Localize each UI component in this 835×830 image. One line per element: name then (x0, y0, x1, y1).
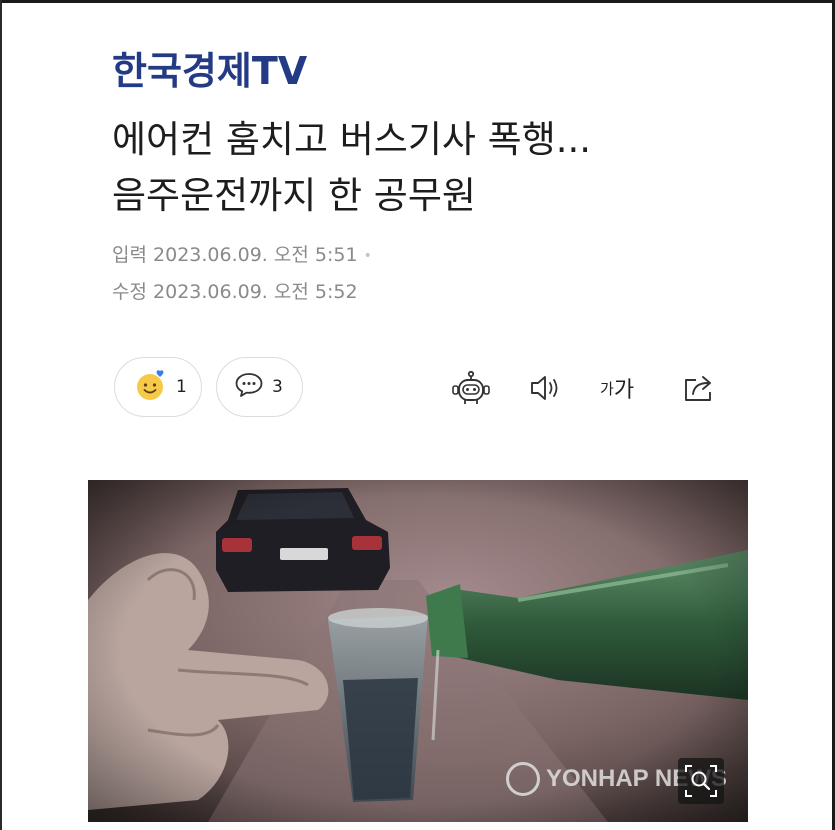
share-button[interactable] (680, 370, 718, 410)
font-size-large-label: 가 (613, 378, 635, 403)
image-zoom-button[interactable] (678, 758, 724, 804)
comment-button[interactable]: 3 (216, 357, 303, 417)
modified-label: 수정 (112, 281, 147, 303)
font-size-button[interactable]: 가가 (600, 372, 634, 404)
text-to-speech-button[interactable] (526, 370, 566, 410)
reaction-button[interactable]: 1 (114, 357, 202, 417)
brand-logo[interactable]: 한국경제TV (112, 40, 307, 95)
robot-summary-icon (450, 370, 492, 412)
zoom-icon (678, 758, 724, 804)
published-date: 입력 2023.06.09. 오전 5:51 • (112, 240, 372, 267)
title-line-1: 에어컨 훔치고 버스기사 폭행... (112, 118, 592, 161)
smile-reaction-icon (134, 368, 168, 406)
font-size-small-label: 가 (600, 379, 614, 398)
share-icon (680, 370, 718, 410)
top-border (0, 0, 835, 3)
speech-bubble-icon (234, 371, 264, 403)
reaction-count: 1 (176, 377, 187, 397)
article-title: 에어컨 훔치고 버스기사 폭행... 음주운전까지 한 공무원 (112, 112, 792, 224)
summary-bot-button[interactable] (450, 370, 492, 412)
article-image[interactable]: YONHAP NEWS (88, 480, 748, 822)
comment-count: 3 (272, 377, 283, 397)
speaker-icon (526, 370, 566, 410)
published-label: 입력 (112, 244, 147, 266)
yonhap-logo-icon (506, 762, 540, 796)
published-value: 2023.06.09. 오전 5:51 (153, 244, 358, 266)
modified-value: 2023.06.09. 오전 5:52 (153, 281, 358, 303)
modified-date: 수정 2023.06.09. 오전 5:52 (112, 277, 358, 304)
title-line-2: 음주운전까지 한 공무원 (112, 174, 476, 217)
separator-dot: • (363, 247, 372, 264)
left-border (0, 0, 2, 830)
